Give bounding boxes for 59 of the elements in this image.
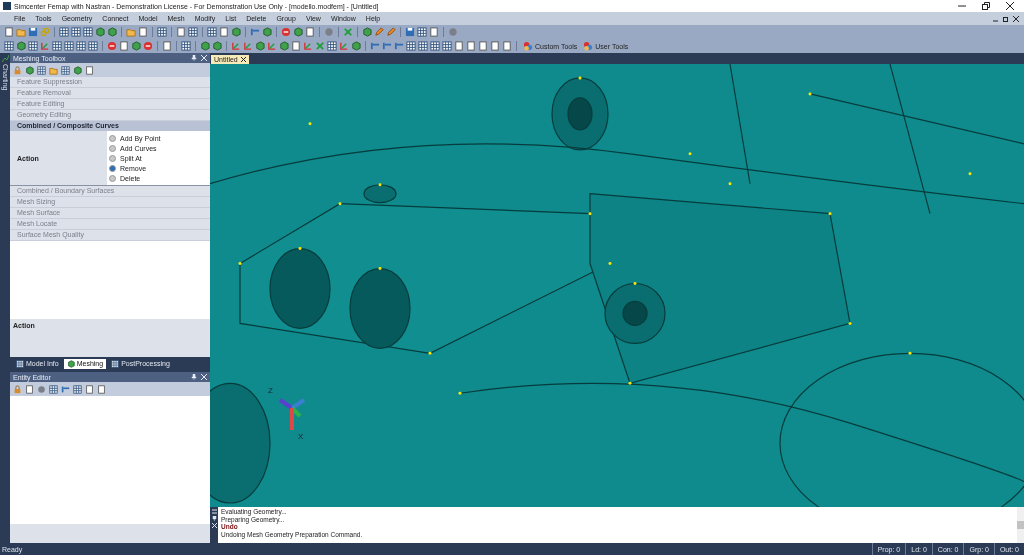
pin-icon[interactable] (191, 374, 197, 380)
close-icon[interactable] (1006, 2, 1014, 10)
axis-label: Z (268, 386, 273, 395)
grid-icon[interactable] (49, 384, 58, 394)
grid-icon[interactable] (188, 27, 198, 37)
grid-icon[interactable] (76, 41, 86, 51)
restore-icon[interactable] (1003, 15, 1009, 22)
stop-icon[interactable] (143, 41, 153, 51)
radio-button[interactable] (109, 154, 116, 162)
pin-icon[interactable] (191, 55, 197, 61)
circles-icon (583, 41, 594, 51)
stop-icon[interactable] (281, 27, 291, 37)
pin-icon[interactable] (211, 516, 217, 521)
grid-icon[interactable] (417, 27, 427, 37)
page-icon[interactable] (219, 27, 229, 37)
grid-icon[interactable] (430, 41, 440, 51)
circle-icon[interactable] (37, 384, 46, 394)
grid-icon[interactable] (52, 41, 62, 51)
app-icon (3, 2, 11, 10)
bar-icon[interactable] (382, 41, 392, 51)
restore-icon[interactable] (982, 2, 990, 10)
grid-icon[interactable] (71, 27, 81, 37)
grid-icon[interactable] (64, 41, 74, 51)
bar-icon[interactable] (370, 41, 380, 51)
minimize-icon[interactable] (958, 2, 966, 10)
grid-icon[interactable] (406, 41, 416, 51)
chart-icon[interactable] (1, 55, 9, 62)
grid-icon[interactable] (16, 359, 24, 368)
page-icon[interactable] (4, 27, 14, 37)
radio-button[interactable] (109, 144, 116, 152)
scrollbar-thumb[interactable] (1017, 521, 1024, 529)
page-icon[interactable] (85, 65, 94, 75)
grid-icon[interactable] (111, 359, 120, 368)
close-icon[interactable] (1013, 15, 1019, 22)
grid-icon[interactable] (327, 41, 337, 51)
radio-button[interactable] (109, 174, 116, 182)
grid-icon[interactable] (61, 65, 70, 75)
grid-icon[interactable] (73, 384, 82, 394)
stop-icon[interactable] (107, 41, 117, 51)
grid-icon[interactable] (207, 27, 217, 37)
grid-icon[interactable] (442, 41, 452, 51)
circles-icon (523, 41, 533, 51)
bar-icon[interactable] (61, 384, 70, 394)
bar-icon[interactable] (250, 27, 260, 37)
grid-icon[interactable] (37, 65, 46, 75)
page-icon[interactable] (429, 27, 439, 37)
grid-icon[interactable] (4, 41, 14, 51)
page-icon[interactable] (25, 384, 34, 394)
grid-icon[interactable] (59, 27, 69, 37)
grid-icon[interactable] (88, 41, 98, 51)
grid-icon[interactable] (157, 27, 167, 37)
axis-label: X (298, 432, 304, 441)
radio-button[interactable] (109, 164, 116, 172)
grid-icon[interactable] (181, 41, 191, 51)
grid-icon[interactable] (28, 41, 38, 51)
close-icon[interactable] (240, 57, 246, 62)
grid-icon[interactable] (418, 41, 428, 51)
grid-icon[interactable] (83, 27, 93, 37)
radio-button[interactable] (109, 134, 116, 142)
